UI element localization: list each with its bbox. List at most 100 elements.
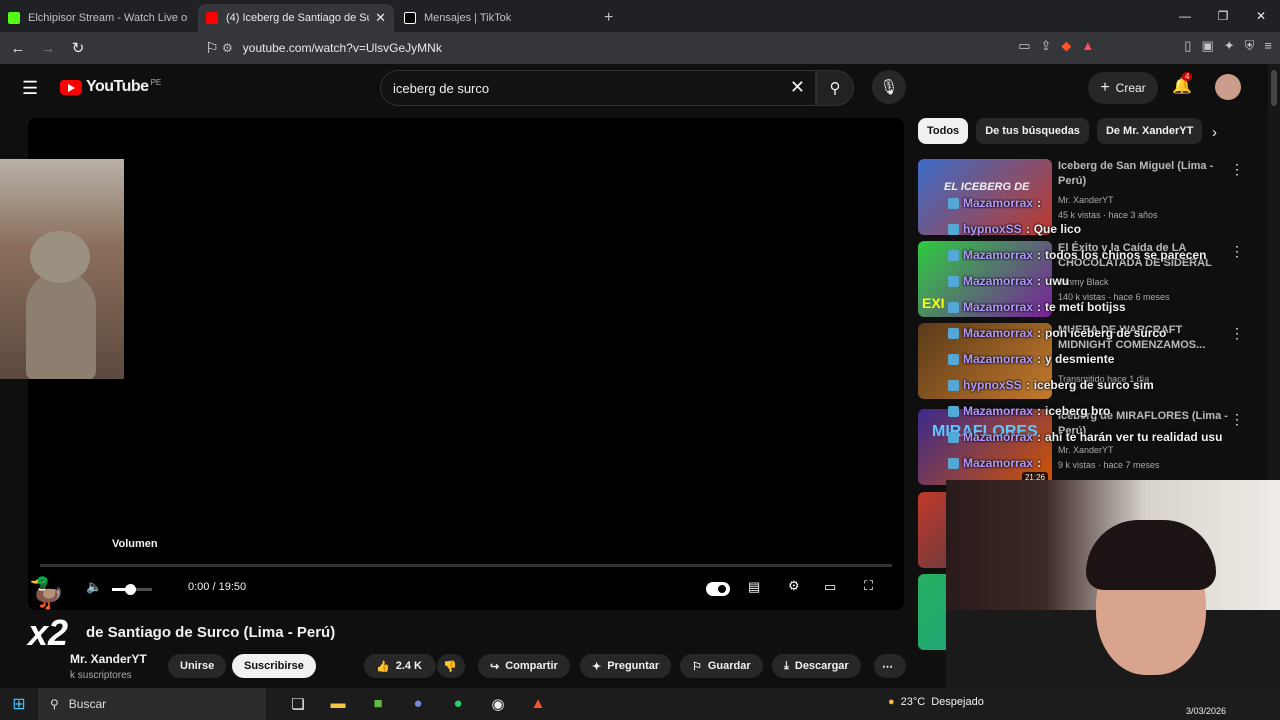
clear-search-icon[interactable]: ✕ xyxy=(790,77,805,98)
chat-message: Mazamorrax: ahí te harán ver tu realidad … xyxy=(948,430,1222,444)
chat-text: te metí botijss xyxy=(1045,300,1126,314)
more-vert-icon[interactable]: ⋮ xyxy=(1230,161,1244,178)
fullscreen-icon[interactable]: ⛶ xyxy=(864,578,873,594)
search-input[interactable]: iceberg de surco ✕ xyxy=(380,70,816,106)
browser-tab[interactable]: Elchipisor Stream - Watch Live on Kick xyxy=(0,4,196,32)
forward-icon[interactable]: → xyxy=(36,40,60,57)
url-field[interactable]: ⚙ youtube.com/watch?v=UlsvGeJyMNk xyxy=(222,36,922,60)
chat-username: Mazamorrax xyxy=(963,274,1034,288)
chat-separator: : xyxy=(1025,222,1030,236)
youtube-logo[interactable]: YouTube PE xyxy=(60,78,161,96)
brave-shield-icon[interactable]: ◆ xyxy=(1061,38,1071,54)
chip-from-channel[interactable]: De Mr. XanderYT xyxy=(1096,118,1203,144)
more-vert-icon[interactable]: ⋮ xyxy=(1230,243,1244,260)
cast-icon[interactable]: ▭ xyxy=(1018,38,1030,54)
recommendation-channel[interactable]: Mr. XanderYT xyxy=(1058,445,1114,455)
taskbar-search-placeholder: Buscar xyxy=(68,697,107,711)
subscribe-button[interactable]: Suscribirse xyxy=(232,654,316,678)
obs-icon[interactable]: ◉ xyxy=(478,695,518,713)
progress-bar[interactable] xyxy=(40,564,892,567)
site-info-icon[interactable]: ⚙ xyxy=(222,41,233,55)
theater-mode-icon[interactable]: ▭ xyxy=(824,579,836,595)
whatsapp-icon[interactable]: ● xyxy=(438,695,478,713)
save-button[interactable]: ⚐ Guardar xyxy=(680,654,763,678)
volume-icon[interactable]: 🔈 xyxy=(86,579,102,595)
browser-tab-bar: Elchipisor Stream - Watch Live on Kick (… xyxy=(0,0,1280,32)
recommendation-title[interactable]: Iceberg de San Miguel (Lima - Perú) xyxy=(1058,159,1233,189)
chat-text: ahí te harán ver tu realidad usu xyxy=(1045,430,1223,444)
channel-name[interactable]: Mr. XanderYT xyxy=(70,652,147,666)
duck-emoji-icon: 🦆 xyxy=(28,577,66,610)
hamburger-menu-icon[interactable]: ☰ xyxy=(22,78,42,99)
new-tab-button[interactable]: + xyxy=(594,4,623,32)
notifications-button[interactable]: 🔔 4 xyxy=(1172,72,1193,96)
sidebar-toggle-icon[interactable]: ▯ xyxy=(1184,38,1191,54)
scrollbar-thumb[interactable] xyxy=(1271,70,1277,106)
subtitles-icon[interactable]: ▤ xyxy=(748,579,760,595)
discord-icon[interactable]: ● xyxy=(398,695,438,713)
youtube-header: ☰ YouTube PE iceberg de surco ✕ ⚲ 🎙 + Cr… xyxy=(0,64,1268,112)
temperature: 23°C xyxy=(900,696,926,708)
player-controls: 🔈 0:00 / 19:50 ▤ ⚙ ▭ ⛶ xyxy=(28,576,904,602)
cat-body xyxy=(26,271,96,379)
dislike-button[interactable]: 👎 xyxy=(437,654,465,678)
video-thumbnail[interactable]: MIRAFLORES 21:26 xyxy=(918,409,1052,485)
wallet-icon[interactable]: ▣ xyxy=(1201,38,1213,54)
youtube-play-icon xyxy=(60,79,82,95)
back-icon[interactable]: ← xyxy=(6,40,30,57)
chip-from-searches[interactable]: De tus búsquedas xyxy=(976,118,1089,144)
like-button[interactable]: 👍 2.4 K xyxy=(364,654,436,678)
close-window-icon[interactable]: ✕ xyxy=(1242,0,1280,32)
bookmark-icon[interactable]: ⚐ xyxy=(200,39,224,57)
recommendation-meta: 45 k vistas · hace 3 años xyxy=(1058,210,1158,220)
browser-tab[interactable]: Mensajes | TikTok xyxy=(396,4,592,32)
share-button[interactable]: ↪ Compartir xyxy=(478,654,570,678)
chip-all[interactable]: Todos xyxy=(918,118,969,144)
tiktok-favicon-icon xyxy=(404,12,416,24)
create-button[interactable]: + Crear xyxy=(1088,72,1158,104)
brave-rewards-icon[interactable]: ▲ xyxy=(1081,38,1094,54)
menu-icon[interactable]: ≡ xyxy=(1264,38,1272,54)
chat-username: Mazamorrax xyxy=(963,430,1034,444)
search-button[interactable]: ⚲ xyxy=(816,70,854,106)
extensions-icon[interactable]: ✦ xyxy=(1224,38,1235,54)
search-icon: ⚲ xyxy=(50,697,59,711)
kick-badge-icon xyxy=(948,431,959,443)
autoplay-toggle[interactable] xyxy=(706,582,730,596)
voice-search-button[interactable]: 🎙 xyxy=(872,70,906,104)
windows-start-icon[interactable]: ⊞ xyxy=(0,694,38,714)
chevron-right-icon[interactable]: › xyxy=(1212,124,1217,141)
ask-button[interactable]: ✦ Preguntar xyxy=(580,654,672,678)
download-button[interactable]: ⤓ Descargar xyxy=(772,654,861,678)
minecraft-icon[interactable]: ■ xyxy=(358,695,398,713)
recommendation-channel[interactable]: Mr. XanderYT xyxy=(1058,195,1114,205)
file-explorer-icon[interactable]: ▬ xyxy=(318,695,358,713)
thumbs-down-icon: 👎 xyxy=(443,660,457,673)
brave-browser-icon[interactable]: ▲ xyxy=(518,695,558,713)
settings-gear-icon[interactable]: ⚙ xyxy=(788,578,800,594)
more-vert-icon[interactable]: ⋮ xyxy=(1230,325,1244,342)
kick-favicon-icon xyxy=(8,12,20,24)
restore-icon[interactable]: ❐ xyxy=(1204,0,1242,32)
browser-tab-active[interactable]: (4) Iceberg de Santiago de Surco ✕ xyxy=(198,4,394,32)
avatar[interactable] xyxy=(1215,74,1241,100)
more-actions-button[interactable]: ⋯ xyxy=(874,654,906,678)
volume-slider[interactable] xyxy=(112,584,152,595)
join-button[interactable]: Unirse xyxy=(168,654,227,678)
taskbar-search[interactable]: ⚲ Buscar xyxy=(38,688,266,720)
share-icon[interactable]: ⇪ xyxy=(1041,38,1052,54)
minimize-icon[interactable]: — xyxy=(1166,0,1204,32)
video-player[interactable]: Volumen 🔈 0:00 / 19:50 ▤ ⚙ ▭ ⛶ xyxy=(28,118,904,610)
streamer-hair xyxy=(1086,520,1216,590)
reload-icon[interactable]: ↻ xyxy=(66,39,90,57)
volume-knob[interactable] xyxy=(125,584,136,595)
task-view-icon[interactable]: ❏ xyxy=(278,695,318,713)
close-tab-icon[interactable]: ✕ xyxy=(375,10,386,26)
weather-text: Despejado xyxy=(931,696,984,708)
video-title: de Santiago de Surco (Lima - Perú) xyxy=(86,624,336,641)
thumbnail-text: EL ICEBERG DE xyxy=(944,181,1030,193)
vpn-icon[interactable]: ⛨ xyxy=(1245,38,1255,54)
recommendation-item[interactable]: MIRAFLORES 21:26 Iceberg de MIRAFLORES (… xyxy=(918,409,1258,487)
more-vert-icon[interactable]: ⋮ xyxy=(1230,411,1244,428)
search-value: iceberg de surco xyxy=(393,80,490,96)
